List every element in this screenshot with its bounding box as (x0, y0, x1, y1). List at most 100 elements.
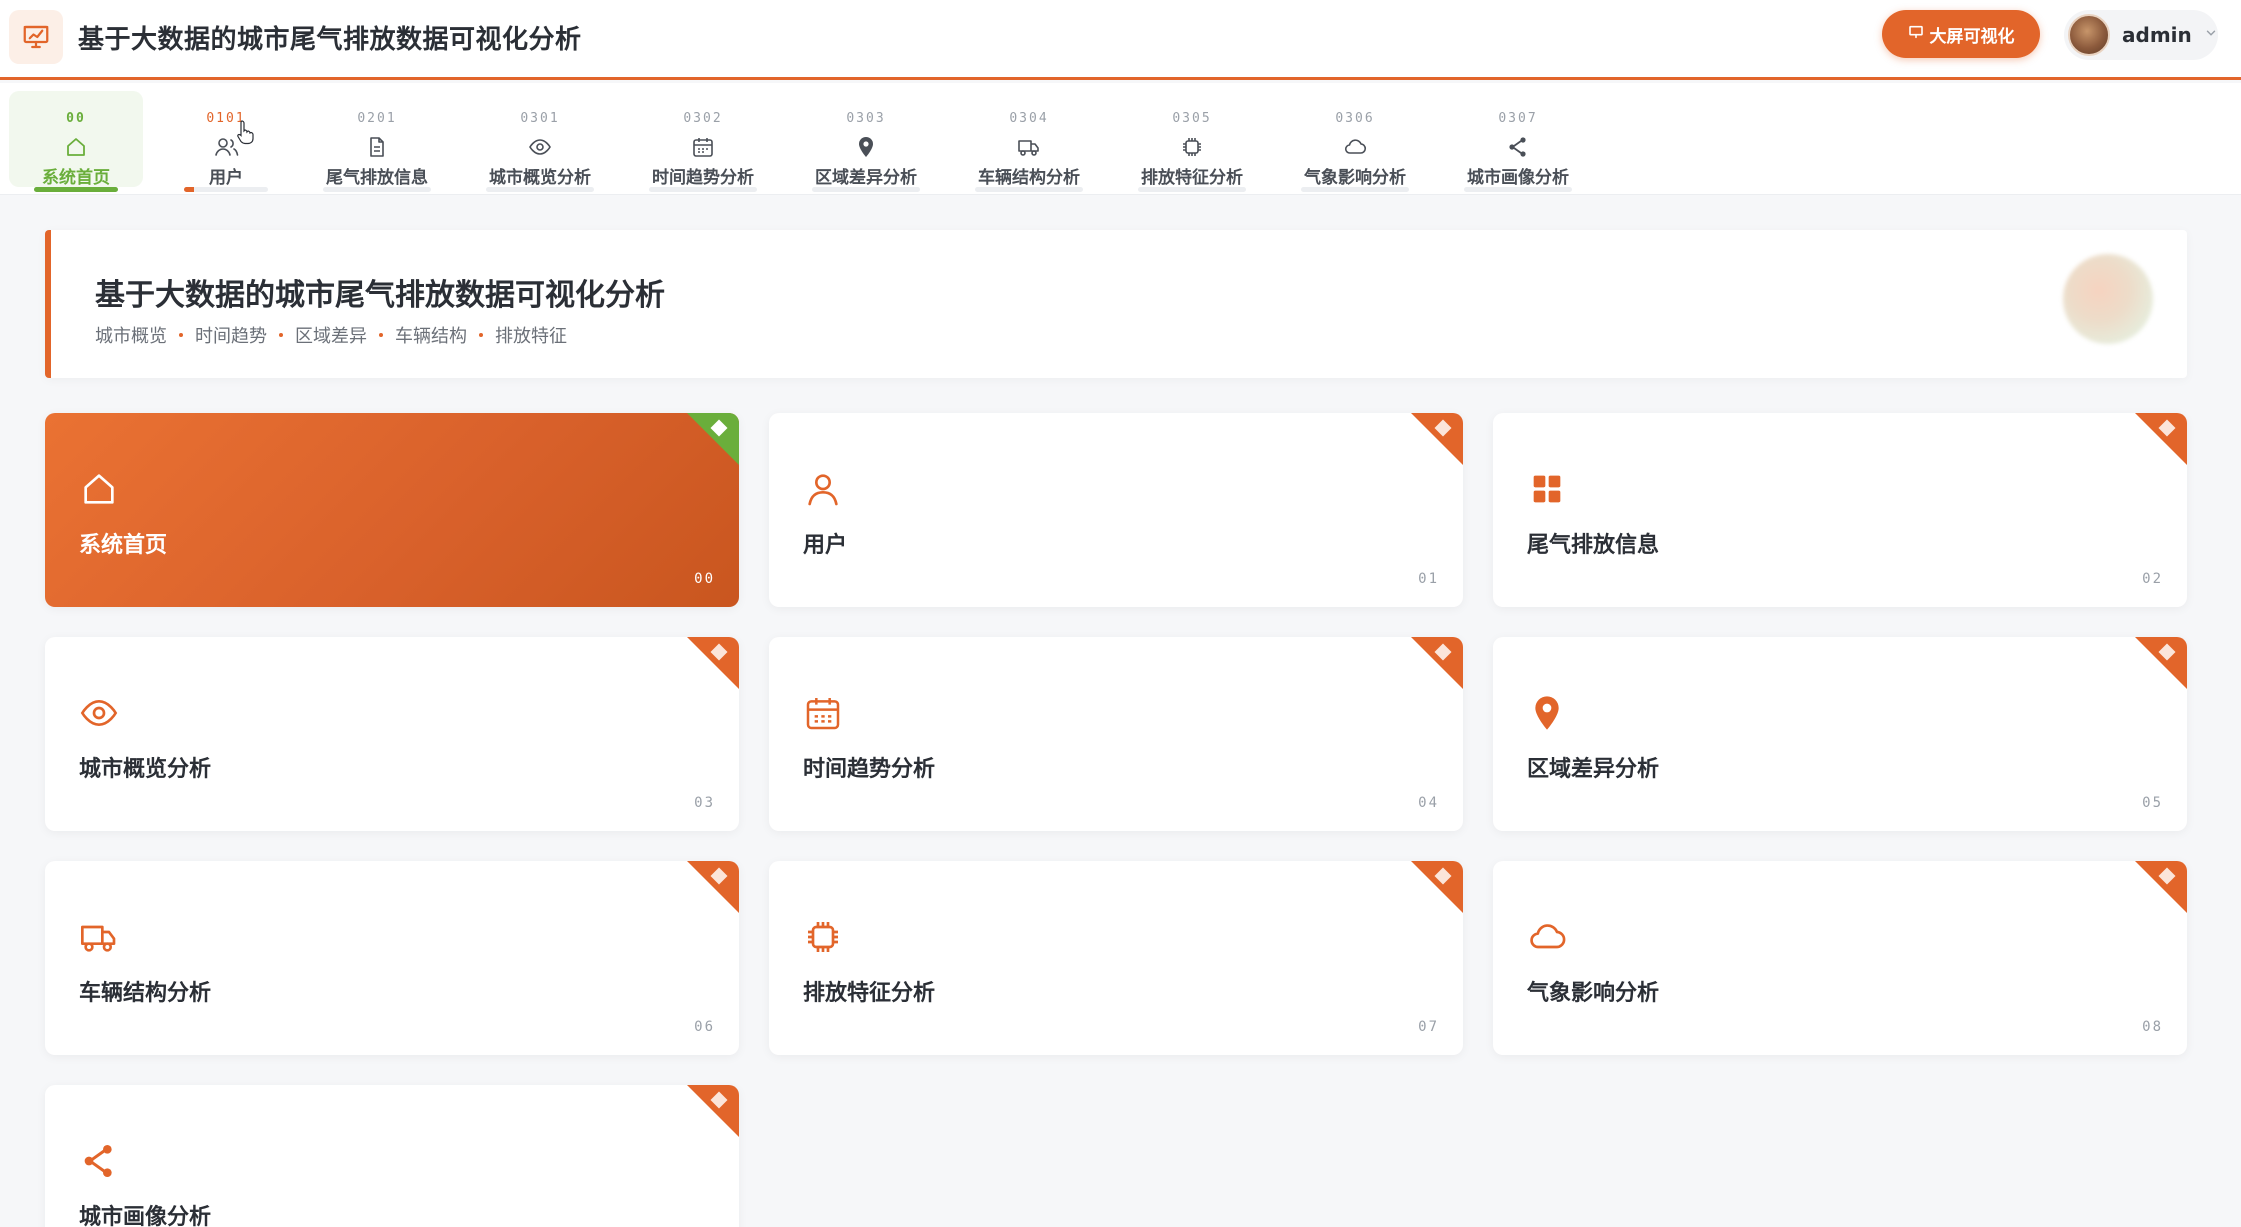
decorative-blob (2063, 254, 2153, 344)
big-screen-button[interactable]: 大屏可视化 (1882, 10, 2040, 58)
share-icon (79, 1141, 119, 1181)
nav-label: 区域差异分析 (815, 168, 917, 188)
chip-icon (803, 917, 843, 957)
card-weather-impact[interactable]: 气象影响分析 08 (1493, 861, 2187, 1055)
nav-item-region-diff[interactable]: 0303 区域差异分析 (802, 91, 930, 192)
corner-badge-icon (687, 1085, 739, 1137)
nav-code: 0201 (357, 111, 397, 126)
nav-code: 0304 (1009, 111, 1049, 126)
nav-item-city-portrait[interactable]: 0307 城市画像分析 (1454, 91, 1582, 192)
card-user[interactable]: 用户 01 (769, 413, 1463, 607)
corner-badge-icon (2135, 413, 2187, 465)
card-number: 00 (694, 571, 715, 587)
card-label: 尾气排放信息 (1527, 533, 1660, 558)
monitor-icon (1908, 24, 1924, 45)
home-icon (64, 135, 88, 159)
card-number: 03 (694, 795, 715, 811)
nav-label: 气象影响分析 (1304, 168, 1406, 188)
nav-indicator (649, 187, 757, 192)
banner-tag: 城市概览 (95, 326, 167, 347)
banner-tag: 区域差异 (295, 326, 367, 347)
banner-tag: 车辆结构 (395, 326, 467, 347)
map-pin-icon (854, 135, 878, 159)
calendar-icon (691, 135, 715, 159)
nav-label: 系统首页 (42, 168, 110, 188)
chip-icon (1180, 135, 1204, 159)
corner-badge-icon (687, 861, 739, 913)
user-name: admin (2122, 23, 2192, 47)
calendar-icon (803, 693, 843, 733)
nav-item-weather-impact[interactable]: 0306 气象影响分析 (1291, 91, 1419, 192)
nav-indicator (184, 187, 268, 192)
truck-icon (1017, 135, 1041, 159)
card-number: 06 (694, 1019, 715, 1035)
card-city-overview[interactable]: 城市概览分析 03 (45, 637, 739, 831)
separator-dot (379, 333, 383, 337)
nav-indicator (34, 187, 118, 192)
home-icon (79, 469, 119, 509)
card-label: 气象影响分析 (1527, 981, 1660, 1006)
users-icon (214, 135, 239, 159)
card-region-diff[interactable]: 区域差异分析 05 (1493, 637, 2187, 831)
corner-badge-icon (2135, 637, 2187, 689)
map-pin-icon (1527, 693, 1567, 733)
corner-badge-icon (1411, 861, 1463, 913)
nav-indicator (975, 187, 1083, 192)
nav-label: 城市概览分析 (489, 168, 591, 188)
card-label: 车辆结构分析 (79, 981, 212, 1006)
nav-item-time-trend[interactable]: 0302 时间趋势分析 (639, 91, 767, 192)
cloud-icon (1527, 917, 1567, 957)
nav-item-city-overview[interactable]: 0301 城市概览分析 (476, 91, 604, 192)
eye-icon (79, 693, 119, 733)
corner-badge-icon (1411, 637, 1463, 689)
banner-title: 基于大数据的城市尾气排放数据可视化分析 (95, 278, 665, 313)
banner-tag: 排放特征 (495, 326, 567, 347)
nav-label: 城市画像分析 (1467, 168, 1569, 188)
presentation-chart-icon[interactable] (9, 10, 63, 64)
chevron-down-icon (2204, 26, 2218, 44)
card-number: 01 (1418, 571, 1439, 587)
truck-icon (79, 917, 119, 957)
nav-item-vehicle-structure[interactable]: 0304 车辆结构分析 (965, 91, 1093, 192)
nav-code: 0303 (846, 111, 886, 126)
card-emission-features[interactable]: 排放特征分析 07 (769, 861, 1463, 1055)
card-time-trend[interactable]: 时间趋势分析 04 (769, 637, 1463, 831)
nav-item-emission-info[interactable]: 0201 尾气排放信息 (313, 91, 441, 192)
nav-label: 排放特征分析 (1141, 168, 1243, 188)
nav-indicator (323, 187, 431, 192)
nav-label: 用户 (209, 168, 243, 188)
nav-indicator (812, 187, 920, 192)
nav-label: 时间趋势分析 (652, 168, 754, 188)
corner-badge-icon (687, 413, 739, 465)
card-number: 05 (2142, 795, 2163, 811)
nav-code: 00 (66, 111, 86, 126)
document-icon (365, 135, 389, 159)
banner-tags: 城市概览 时间趋势 区域差异 车辆结构 排放特征 (95, 322, 567, 348)
nav-item-home[interactable]: 00 系统首页 (9, 91, 143, 192)
grid-icon (1527, 469, 1567, 509)
separator-dot (179, 333, 183, 337)
top-nav: 00 系统首页 0101 用户 0201 尾气排放信息 0301 城市概览分析 … (0, 83, 2241, 195)
corner-badge-icon (2135, 861, 2187, 913)
corner-badge-icon (687, 637, 739, 689)
user-icon (803, 469, 843, 509)
card-emission-info[interactable]: 尾气排放信息 02 (1493, 413, 2187, 607)
card-number: 04 (1418, 795, 1439, 811)
big-screen-label: 大屏可视化 (1929, 26, 2015, 47)
nav-indicator (1301, 187, 1409, 192)
nav-indicator (1138, 187, 1246, 192)
card-label: 时间趋势分析 (803, 757, 936, 782)
nav-label: 尾气排放信息 (326, 168, 428, 188)
card-label: 城市画像分析 (79, 1205, 212, 1227)
card-number: 02 (2142, 571, 2163, 587)
separator-dot (479, 333, 483, 337)
card-home[interactable]: 系统首页 00 (45, 413, 739, 607)
welcome-banner: 基于大数据的城市尾气排放数据可视化分析 城市概览 时间趋势 区域差异 车辆结构 … (45, 230, 2187, 378)
user-menu[interactable]: admin (2064, 10, 2218, 60)
card-city-portrait[interactable]: 城市画像分析 09 (45, 1085, 739, 1227)
separator-dot (279, 333, 283, 337)
card-vehicle-structure[interactable]: 车辆结构分析 06 (45, 861, 739, 1055)
nav-item-emission-features[interactable]: 0305 排放特征分析 (1128, 91, 1256, 192)
nav-item-users[interactable]: 0101 用户 (172, 91, 280, 192)
nav-code: 0305 (1172, 111, 1212, 126)
